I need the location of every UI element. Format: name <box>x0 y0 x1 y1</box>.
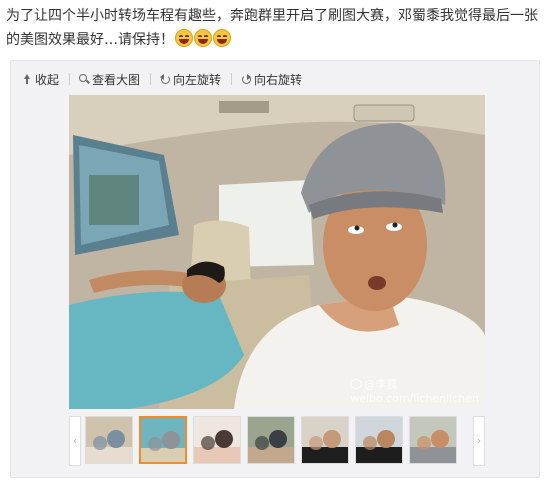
thumbnail-5[interactable] <box>301 416 349 464</box>
collapse-button[interactable]: 收起 <box>21 71 59 88</box>
rotate-right-label: 向右旋转 <box>254 72 303 87</box>
laughing-emoji-icon <box>194 29 212 47</box>
toolbar-divider <box>69 73 71 85</box>
collapse-label: 收起 <box>35 72 60 87</box>
laughing-emoji-icon <box>175 29 193 47</box>
thumbnail-image <box>141 418 185 462</box>
thumbnail-image <box>194 417 240 463</box>
thumbnail-3[interactable] <box>193 416 241 464</box>
toolbar-divider <box>150 73 152 85</box>
post-body: 为了让四个半小时转场车程有趣些，奔跑群里开启了刷图大赛，邓蜀黍我觉得最后一张的美… <box>6 8 538 48</box>
thumbnail-image <box>356 417 402 463</box>
thumbnail-image <box>248 417 294 463</box>
rotate-left-icon <box>159 73 171 85</box>
rotate-right-button[interactable]: 向右旋转 <box>240 71 302 88</box>
toolbar-divider <box>231 73 233 85</box>
main-photo[interactable]: @李晨 weibo.com/lichenlichen <box>69 95 485 409</box>
post-text: 为了让四个半小时转场车程有趣些，奔跑群里开启了刷图大赛，邓蜀黍我觉得最后一张的美… <box>6 4 544 52</box>
thumbnail-image <box>302 417 348 463</box>
thumbnail-6[interactable] <box>355 416 403 464</box>
thumbnail-image <box>410 417 456 463</box>
watermark-url: weibo.com/lichenlichen <box>350 392 479 405</box>
thumb-next-button[interactable]: › <box>473 416 485 466</box>
thumbnail-1[interactable] <box>85 416 133 464</box>
thumbnail-7[interactable] <box>409 416 457 464</box>
chevron-right-icon: › <box>477 435 481 447</box>
thumbnail-strip <box>69 416 485 466</box>
rotate-left-label: 向左旋转 <box>173 72 222 87</box>
rotate-right-icon <box>240 73 252 85</box>
magnifier-icon <box>78 73 90 85</box>
thumbnail-2[interactable] <box>139 416 187 464</box>
weibo-logo-icon <box>350 379 363 389</box>
car-selfie-image <box>69 95 485 409</box>
image-toolbar: 收起 查看大图 向左旋转 向右旋转 <box>21 69 312 89</box>
thumbnail-image <box>86 417 132 463</box>
media-viewer: 收起 查看大图 向左旋转 向右旋转 @李晨 weibo.com/lichenli… <box>10 60 540 478</box>
rotate-left-button[interactable]: 向左旋转 <box>159 71 221 88</box>
arrow-up-icon <box>21 73 33 85</box>
weibo-watermark: @李晨 weibo.com/lichenlichen <box>350 376 479 405</box>
thumbnail-4[interactable] <box>247 416 295 464</box>
view-large-button[interactable]: 查看大图 <box>78 71 140 88</box>
view-large-label: 查看大图 <box>92 72 141 87</box>
laughing-emoji-icon <box>213 29 231 47</box>
watermark-user: @李晨 <box>364 378 398 391</box>
